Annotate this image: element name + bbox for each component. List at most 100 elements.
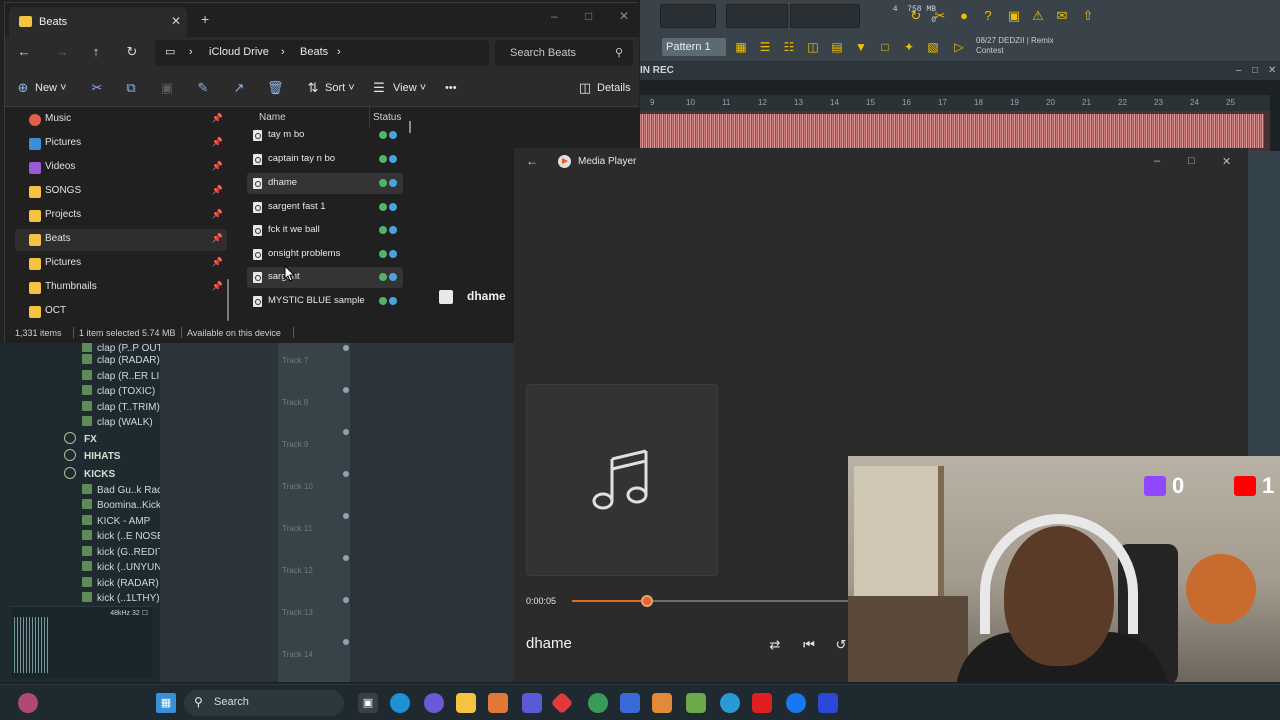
tempo-icon[interactable]: □ (878, 40, 892, 54)
browser-item[interactable]: KICK - AMP (82, 515, 150, 529)
fl-news-ticker[interactable]: 08/27 DEDZII | Remix Contest (976, 36, 1066, 56)
browser-item[interactable]: kick (..1LTHY) (82, 592, 160, 606)
file-explorer-icon[interactable] (456, 693, 476, 713)
new-tab-button[interactable]: + (201, 12, 209, 26)
share-icon[interactable]: ↗ (231, 80, 247, 96)
file-row-hover[interactable]: sargent (247, 267, 403, 288)
search-input[interactable]: Search Beats ⚲ (495, 40, 633, 66)
track-label[interactable]: Track 12 (282, 566, 313, 575)
browser-item[interactable]: clap (T..TRIM) (82, 401, 160, 415)
teams-icon[interactable] (522, 693, 542, 713)
browser-item[interactable]: kick (RADAR) (82, 577, 159, 591)
edge-icon[interactable] (390, 693, 410, 713)
fl-tempo-display[interactable] (726, 4, 788, 28)
file-row[interactable]: sargent fast 1 (247, 197, 403, 218)
shuffle-icon[interactable]: ⇄ (766, 637, 784, 653)
browser-item[interactable]: Boomina..Kick) (82, 499, 164, 513)
fl-minimize-icon[interactable]: – (1236, 66, 1246, 76)
track-label[interactable]: Track 14 (282, 650, 313, 659)
track-mute-knob[interactable] (343, 513, 349, 519)
store-icon[interactable] (620, 693, 640, 713)
view-button[interactable]: View ˅ (393, 80, 426, 96)
sidebar-item-music[interactable]: Music 📌 (15, 109, 227, 131)
column-divider[interactable] (369, 107, 370, 127)
save-icon[interactable]: ▣ (1006, 8, 1022, 24)
mixer-icon[interactable]: ◫ (806, 40, 820, 54)
sidebar-item-oct[interactable]: OCT (15, 301, 227, 323)
browser-item[interactable]: clap (R..ER LIE) (82, 370, 169, 384)
pin-icon[interactable]: 📌 (212, 257, 223, 268)
fl-studio-icon[interactable] (488, 693, 508, 713)
red-app-icon[interactable] (550, 691, 574, 715)
track-mute-knob[interactable] (343, 387, 349, 393)
sidebar-item-beats[interactable]: Beats 📌 (15, 229, 227, 251)
copy-icon[interactable]: ⧉ (123, 80, 139, 96)
file-row[interactable]: MYSTIC BLUE sample (247, 291, 403, 312)
back-icon[interactable]: ← (15, 44, 33, 59)
track-label[interactable]: Track 9 (282, 440, 308, 449)
delete-icon[interactable]: 🗑 (267, 80, 284, 96)
sidebar-item-thumbnails[interactable]: Thumbnails 📌 (15, 277, 227, 299)
breadcrumb-chevron-icon[interactable]: › (337, 46, 341, 58)
pin-icon[interactable]: 📌 (212, 161, 223, 172)
sidebar-item-projects[interactable]: Projects 📌 (15, 205, 227, 227)
minimize-icon[interactable]: – (551, 9, 558, 23)
channel-rack-icon[interactable]: ☰ (758, 40, 772, 54)
cut-icon[interactable]: ✂ (89, 80, 105, 96)
fl-studio-icon-2[interactable] (652, 693, 672, 713)
new-button[interactable]: New ˅ (35, 80, 67, 96)
tab-close-icon[interactable]: ✕ (171, 14, 181, 28)
explorer-tab[interactable]: Beats ✕ (9, 7, 187, 37)
track-mute-knob[interactable] (343, 345, 349, 351)
app-icon[interactable] (686, 693, 706, 713)
fl-track-area[interactable]: Track 7 Track 8 Track 9 Track 10 Track 1… (160, 342, 514, 682)
news-icon[interactable]: ▷ (952, 40, 966, 54)
start-icon[interactable]: ▦ (156, 693, 176, 713)
seek-bar[interactable] (572, 595, 848, 607)
file-row[interactable]: tay m bo (247, 125, 403, 146)
plugin-icon[interactable]: ⚠ (1030, 8, 1046, 24)
seek-thumb[interactable] (640, 595, 653, 607)
track-label[interactable]: Track 13 (282, 608, 313, 617)
rename-icon[interactable]: ✎ (195, 80, 211, 96)
sidebar-item-songs[interactable]: SONGS 📌 (15, 181, 227, 203)
track-mute-knob[interactable] (343, 597, 349, 603)
browser-folder[interactable]: HIHATS (64, 449, 120, 465)
browser-folder[interactable]: FX (64, 432, 97, 448)
browser-icon[interactable]: ▤ (830, 40, 844, 54)
browser-item[interactable]: kick (G..REDIT) (82, 546, 167, 560)
back-icon[interactable]: ← (526, 154, 538, 168)
column-header-status[interactable]: Status (373, 112, 401, 123)
browser-item[interactable]: kick (..E NOSE) (82, 530, 167, 544)
paste-icon[interactable]: ▣ (159, 80, 175, 96)
close-icon[interactable]: ✕ (619, 9, 629, 23)
mic-icon[interactable]: ● (956, 8, 972, 24)
sidebar-item-pictures-folder[interactable]: Pictures 📌 (15, 253, 227, 275)
pin-icon[interactable]: 📌 (212, 281, 223, 292)
track-mute-knob[interactable] (343, 555, 349, 561)
file-row-selected[interactable]: dhame (247, 173, 403, 194)
pin-icon[interactable]: 📌 (212, 137, 223, 148)
pin-icon[interactable]: 📌 (212, 233, 223, 244)
maximize-icon[interactable]: □ (585, 9, 592, 23)
fl-master-volume[interactable] (790, 4, 860, 28)
taskbar-search[interactable]: ⚲ Search (184, 690, 344, 716)
plug-icon[interactable]: ▼ (854, 40, 868, 54)
project-icon[interactable]: ▧ (926, 40, 940, 54)
file-row[interactable]: fck it we ball (247, 220, 403, 241)
sort-button[interactable]: Sort ˅ (325, 80, 355, 96)
pin-icon[interactable]: 📌 (212, 185, 223, 196)
column-header-name[interactable]: Name (259, 112, 286, 123)
up-icon[interactable]: ↑ (87, 44, 105, 59)
discord-icon[interactable] (424, 693, 444, 713)
app-icon-2[interactable] (818, 693, 838, 713)
track-mute-knob[interactable] (343, 639, 349, 645)
more-options-button[interactable]: ••• (445, 80, 457, 96)
details-button[interactable]: Details (597, 80, 631, 96)
track-mute-knob[interactable] (343, 471, 349, 477)
task-view-icon[interactable]: ▣ (358, 693, 378, 713)
breadcrumb-beats[interactable]: Beats (300, 46, 328, 58)
close-icon[interactable]: ✕ (1222, 155, 1231, 168)
fl-close-icon[interactable]: ✕ (1268, 66, 1278, 76)
browser-item[interactable]: clap (WALK) (82, 416, 153, 430)
